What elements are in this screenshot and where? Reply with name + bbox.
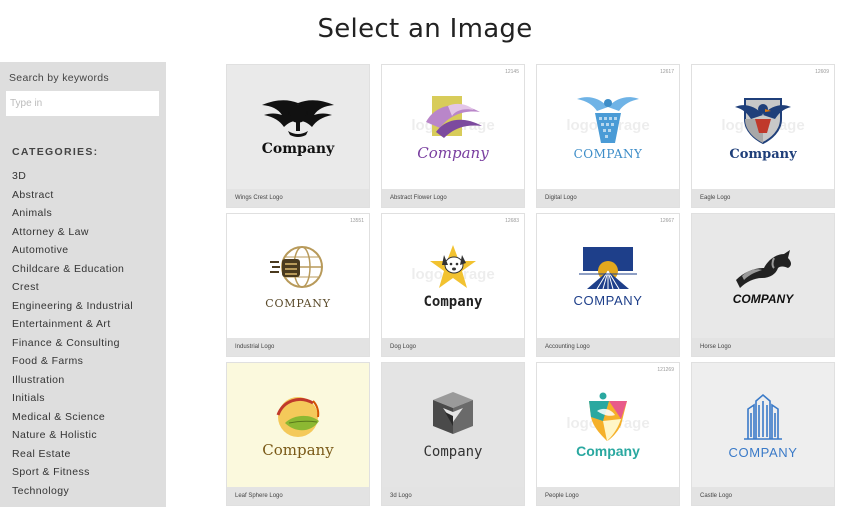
castle-building-icon (744, 393, 782, 440)
category-item-illustration[interactable]: Illustration (12, 374, 133, 393)
card-footer: Horse Logo (692, 338, 834, 356)
logo-brand-text: COMPANY (573, 292, 643, 308)
logo-name: Industrial Logo (235, 344, 275, 350)
category-item-initials[interactable]: Initials (12, 392, 133, 411)
card-footer: Dog Logo (382, 338, 524, 356)
logo-thumbnail: Company (227, 65, 369, 189)
abstract-flower-icon (426, 96, 482, 138)
category-item-nature-holistic[interactable]: Nature & Holistic (12, 429, 133, 448)
logo-brand-text: COMPANY (732, 292, 794, 306)
logo-brand-text: Company (729, 146, 797, 162)
logo-card-castle[interactable]: logoGarage COMPANY Castle Logo (691, 362, 835, 506)
logo-card-eagle[interactable]: 12609 logoGarage Company Eagle Logo (691, 64, 835, 208)
logo-brand-text: Company (576, 443, 640, 459)
page-title: Select an Image (317, 14, 533, 44)
card-footer: People Logo (537, 487, 679, 505)
logo-card-accounting[interactable]: 12667 COMPANY Accounting Logo (536, 213, 680, 357)
category-item-abstract[interactable]: Abstract (12, 189, 133, 208)
logo-name: Accounting Logo (545, 344, 590, 350)
logo-brand-text: Company (423, 444, 483, 460)
card-footer: Wings Crest Logo (227, 189, 369, 207)
category-item-real-estate[interactable]: Real Estate (12, 448, 133, 467)
logo-thumbnail: COMPANY (537, 214, 679, 338)
eagle-shield-icon (735, 97, 791, 144)
logo-brand-text: COMPANY (728, 444, 798, 460)
logo-thumbnail: COMPANY (537, 65, 679, 189)
logo-brand-text: Company (423, 293, 483, 310)
horse-icon (736, 250, 791, 288)
logo-name: Dog Logo (390, 344, 417, 350)
logo-thumbnail: COMPANY (692, 363, 834, 487)
logo-name: Castle Logo (700, 493, 733, 499)
search-label: Search by keywords (9, 72, 109, 84)
industrial-globe-icon (270, 245, 323, 288)
digital-eagle-icon (577, 97, 639, 143)
logo-thumbnail: Company (382, 214, 524, 338)
categories-title: CATEGORIES: (12, 146, 99, 158)
logo-brand-text: COMPANY (265, 296, 331, 310)
card-footer: Castle Logo (692, 487, 834, 505)
logo-name: Eagle Logo (700, 195, 731, 201)
category-item-3d[interactable]: 3D (12, 170, 133, 189)
category-item-technology[interactable]: Technology (12, 485, 133, 504)
category-item-entertainment-art[interactable]: Entertainment & Art (12, 318, 133, 337)
sidebar: Search by keywords CATEGORIES: 3D Abstra… (0, 62, 166, 507)
logo-brand-text: COMPANY (573, 147, 643, 161)
logo-card-3d[interactable]: Company 3d Logo (381, 362, 525, 506)
logo-card-digital[interactable]: 12617 logoGarage COMPANY Digital Logo (536, 64, 680, 208)
logo-thumbnail: Company (382, 65, 524, 189)
logo-thumbnail: Company (537, 363, 679, 487)
logo-card-dog[interactable]: 12683 logoGarage Company Dog Logo (381, 213, 525, 357)
card-footer: Digital Logo (537, 189, 679, 207)
category-item-automotive[interactable]: Automotive (12, 244, 133, 263)
logo-name: Horse Logo (700, 344, 732, 350)
card-footer: Eagle Logo (692, 189, 834, 207)
card-footer: Accounting Logo (537, 338, 679, 356)
category-item-finance-consulting[interactable]: Finance & Consulting (12, 337, 133, 356)
category-item-attorney-law[interactable]: Attorney & Law (12, 226, 133, 245)
logo-name: 3d Logo (390, 493, 412, 499)
category-item-medical-science[interactable]: Medical & Science (12, 411, 133, 430)
logo-card-people[interactable]: 121269 logoGarage Company People Logo (536, 362, 680, 506)
wings-crest-icon (262, 100, 334, 137)
category-item-childcare-education[interactable]: Childcare & Education (12, 263, 133, 282)
logo-brand-text: Company (261, 141, 335, 157)
logo-card-leaf-sphere[interactable]: Company Leaf Sphere Logo (226, 362, 370, 506)
card-footer: Abstract Flower Logo (382, 189, 524, 207)
logo-brand-text: Company (262, 441, 334, 459)
3d-cube-icon (433, 392, 473, 434)
logo-name: Abstract Flower Logo (390, 195, 447, 201)
category-item-food-farms[interactable]: Food & Farms (12, 355, 133, 374)
logo-card-horse[interactable]: COMPANY Horse Logo (691, 213, 835, 357)
card-footer: Leaf Sphere Logo (227, 487, 369, 505)
logo-name: Leaf Sphere Logo (235, 493, 283, 499)
logo-thumbnail: Company (227, 363, 369, 487)
logo-card-wings-crest[interactable]: Company Wings Crest Logo (226, 64, 370, 208)
search-input[interactable] (6, 91, 159, 116)
dog-star-icon (430, 244, 476, 288)
logo-thumbnail: Company (692, 65, 834, 189)
category-item-sport-fitness[interactable]: Sport & Fitness (12, 466, 133, 485)
category-item-crest[interactable]: Crest (12, 281, 133, 300)
category-item-animals[interactable]: Animals (12, 207, 133, 226)
logo-thumbnail: COMPANY (692, 214, 834, 338)
logo-thumbnail: COMPANY (227, 214, 369, 338)
logo-grid: Company Wings Crest Logo 12145 logoGarag… (226, 64, 835, 506)
people-shield-icon (589, 392, 627, 441)
leaf-sphere-icon (276, 397, 320, 437)
card-footer: 3d Logo (382, 487, 524, 505)
logo-name: Digital Logo (545, 195, 577, 201)
card-footer: Industrial Logo (227, 338, 369, 356)
accounting-sunrise-icon (579, 246, 637, 289)
logo-card-abstract-flower[interactable]: 12145 logoGarage Company Abstract Flower… (381, 64, 525, 208)
logo-name: Wings Crest Logo (235, 195, 283, 201)
logo-thumbnail: Company (382, 363, 524, 487)
logo-card-industrial[interactable]: 13551 COMPANY Industrial Logo (226, 213, 370, 357)
category-item-engineering-industrial[interactable]: Engineering & Industrial (12, 300, 133, 319)
logo-name: People Logo (545, 493, 579, 499)
category-list: 3D Abstract Animals Attorney & Law Autom… (12, 170, 133, 503)
logo-brand-text: Company (417, 144, 489, 162)
